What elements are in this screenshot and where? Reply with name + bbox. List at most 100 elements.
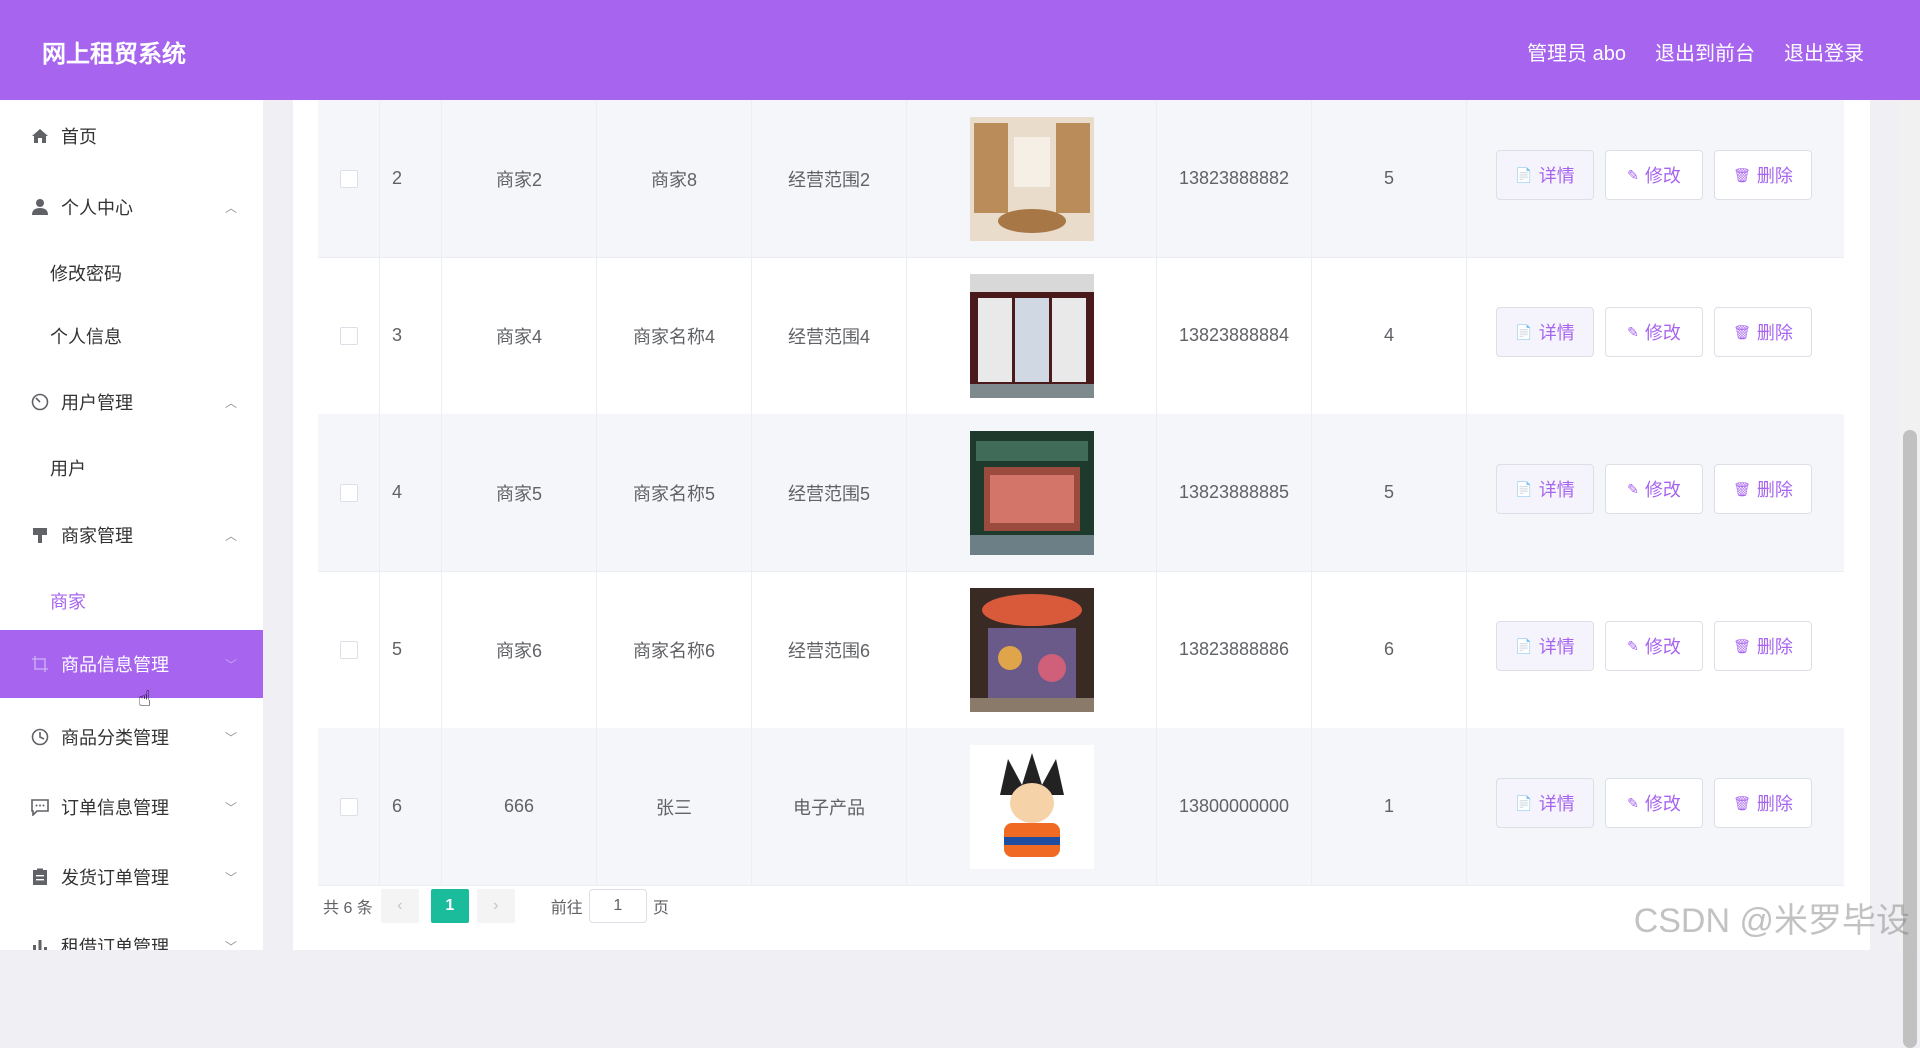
edit-button[interactable]: ✎ 修改	[1605, 150, 1703, 200]
cell-index: 4	[380, 414, 442, 571]
button-label: 修改	[1644, 480, 1681, 500]
sidebar-item-user-mgmt[interactable]: 用户管理 ︿	[0, 368, 263, 436]
cell-index: 6	[380, 728, 442, 885]
detail-button[interactable]: 📄 详情	[1496, 778, 1594, 828]
action-cell: 📄 详情 ✎ 修改 🗑 删除	[1467, 257, 1844, 414]
button-label: 详情	[1538, 166, 1575, 186]
button-label: 修改	[1644, 323, 1681, 343]
cell-account: 商家2	[442, 100, 597, 257]
user-icon	[30, 197, 50, 217]
trash-icon: 🗑	[1733, 794, 1751, 811]
detail-button[interactable]: 📄 详情	[1496, 307, 1594, 357]
delete-button[interactable]: 🗑 删除	[1714, 464, 1812, 514]
scrollbar-thumb[interactable]	[1903, 430, 1917, 1048]
button-label: 修改	[1644, 794, 1681, 814]
delete-button[interactable]: 🗑 删除	[1714, 778, 1812, 828]
chevron-down-icon: ﹀	[224, 870, 237, 885]
select-cell	[318, 728, 380, 885]
delete-button[interactable]: 🗑 删除	[1714, 307, 1812, 357]
chevron-up-icon: ︿	[224, 528, 237, 543]
next-page-button[interactable]: ›	[476, 889, 515, 923]
gauge-icon	[30, 392, 50, 412]
sidebar-item-order-info-mgmt[interactable]: 订单信息管理 ﹀	[0, 773, 263, 841]
select-cell	[318, 257, 380, 414]
sidebar-item-label: 发货订单管理	[61, 868, 169, 888]
row-checkbox[interactable]	[339, 797, 358, 816]
cell-scope: 电子产品	[752, 728, 907, 885]
sidebar-item-merchant[interactable]: 商家	[50, 588, 86, 614]
pencil-icon: ✎	[1627, 794, 1639, 811]
shop-image	[907, 100, 1157, 257]
cell-account: 666	[442, 728, 597, 885]
action-cell: 📄 详情 ✎ 修改 🗑 删除	[1467, 100, 1844, 257]
chevron-up-icon: ︿	[224, 395, 237, 410]
select-cell	[318, 100, 380, 257]
sidebar-item-personal-info[interactable]: 个人信息	[50, 323, 122, 349]
button-label: 删除	[1756, 637, 1793, 657]
cell-level: 6	[1312, 571, 1467, 728]
watermark: CSDN @米罗毕设	[1633, 902, 1910, 940]
row-checkbox[interactable]	[339, 326, 358, 345]
admin-label: 管理员 abo	[1527, 43, 1626, 65]
row-checkbox[interactable]	[339, 640, 358, 659]
clipboard-icon	[30, 867, 50, 887]
pencil-icon: ✎	[1627, 637, 1639, 654]
document-icon: 📄	[1515, 166, 1533, 183]
cell-name: 商家名称6	[597, 571, 752, 728]
sidebar-item-label: 商品分类管理	[61, 728, 169, 748]
sidebar-item-merchant-mgmt[interactable]: 商家管理 ︿	[0, 501, 263, 569]
cell-scope: 经营范围5	[752, 414, 907, 571]
edit-button[interactable]: ✎ 修改	[1605, 778, 1703, 828]
detail-button[interactable]: 📄 详情	[1496, 621, 1594, 671]
detail-button[interactable]: 📄 详情	[1496, 150, 1594, 200]
button-label: 删除	[1756, 480, 1793, 500]
brush-icon	[30, 525, 50, 545]
table-row: 4 商家5 商家名称5 经营范围5 13823888885 5 📄 详情 ✎ 修改 🗑 删除	[318, 414, 1844, 572]
sidebar-item-lease-mgmt[interactable]: 租借订单管理 ﹀	[0, 912, 263, 950]
cell-account: 商家4	[442, 257, 597, 414]
cell-level: 4	[1312, 257, 1467, 414]
pencil-icon: ✎	[1627, 166, 1639, 183]
edit-button[interactable]: ✎ 修改	[1605, 464, 1703, 514]
sidebar-item-product-info-mgmt[interactable]: 商品信息管理 ﹀	[0, 630, 263, 698]
page-number[interactable]: 1	[430, 889, 469, 923]
cell-phone: 13823888882	[1157, 100, 1312, 257]
logout-link[interactable]: 退出登录	[1784, 37, 1864, 66]
shop-image	[907, 728, 1157, 885]
cell-name: 商家8	[597, 100, 752, 257]
detail-button[interactable]: 📄 详情	[1496, 464, 1594, 514]
chat-icon	[30, 797, 50, 817]
sidebar: 首页 个人中心 ︿ 修改密码 个人信息 用户管理 ︿ 用户 商家管理 ︿ 商家 …	[0, 100, 263, 950]
button-label: 详情	[1538, 637, 1575, 657]
chevron-down-icon: ﹀	[224, 939, 237, 951]
edit-button[interactable]: ✎ 修改	[1605, 621, 1703, 671]
cell-name: 张三	[597, 728, 752, 885]
sidebar-item-category-mgmt[interactable]: 商品分类管理 ﹀	[0, 703, 263, 771]
back-to-front-link[interactable]: 退出到前台	[1655, 37, 1755, 66]
sidebar-item-personal-center[interactable]: 个人中心 ︿	[0, 173, 263, 241]
cell-level: 5	[1312, 414, 1467, 571]
delete-button[interactable]: 🗑 删除	[1714, 621, 1812, 671]
edit-button[interactable]: ✎ 修改	[1605, 307, 1703, 357]
scrollbar[interactable]	[1900, 100, 1920, 1048]
table-row: 3 商家4 商家名称4 经营范围4 13823888884 4 📄 详情 ✎ 修改 🗑 删除	[318, 257, 1844, 415]
sidebar-item-change-password[interactable]: 修改密码	[50, 260, 122, 286]
trash-icon: 🗑	[1733, 323, 1751, 340]
cell-index: 3	[380, 257, 442, 414]
row-checkbox[interactable]	[339, 169, 358, 188]
cell-level: 5	[1312, 100, 1467, 257]
sidebar-item-label: 商家管理	[61, 526, 133, 546]
action-cell: 📄 详情 ✎ 修改 🗑 删除	[1467, 571, 1844, 728]
delete-button[interactable]: 🗑 删除	[1714, 150, 1812, 200]
prev-page-button[interactable]: ‹	[380, 889, 419, 923]
button-label: 详情	[1538, 323, 1575, 343]
row-checkbox[interactable]	[339, 483, 358, 502]
sidebar-item-user[interactable]: 用户	[50, 455, 86, 481]
shop-image	[907, 571, 1157, 728]
sidebar-item-shipping-mgmt[interactable]: 发货订单管理 ﹀	[0, 843, 263, 911]
sidebar-item-home[interactable]: 首页	[0, 102, 263, 170]
button-label: 删除	[1756, 323, 1793, 343]
cell-phone: 13823888885	[1157, 414, 1312, 571]
goto-page-input[interactable]: 1	[588, 889, 647, 923]
cell-scope: 经营范围2	[752, 100, 907, 257]
